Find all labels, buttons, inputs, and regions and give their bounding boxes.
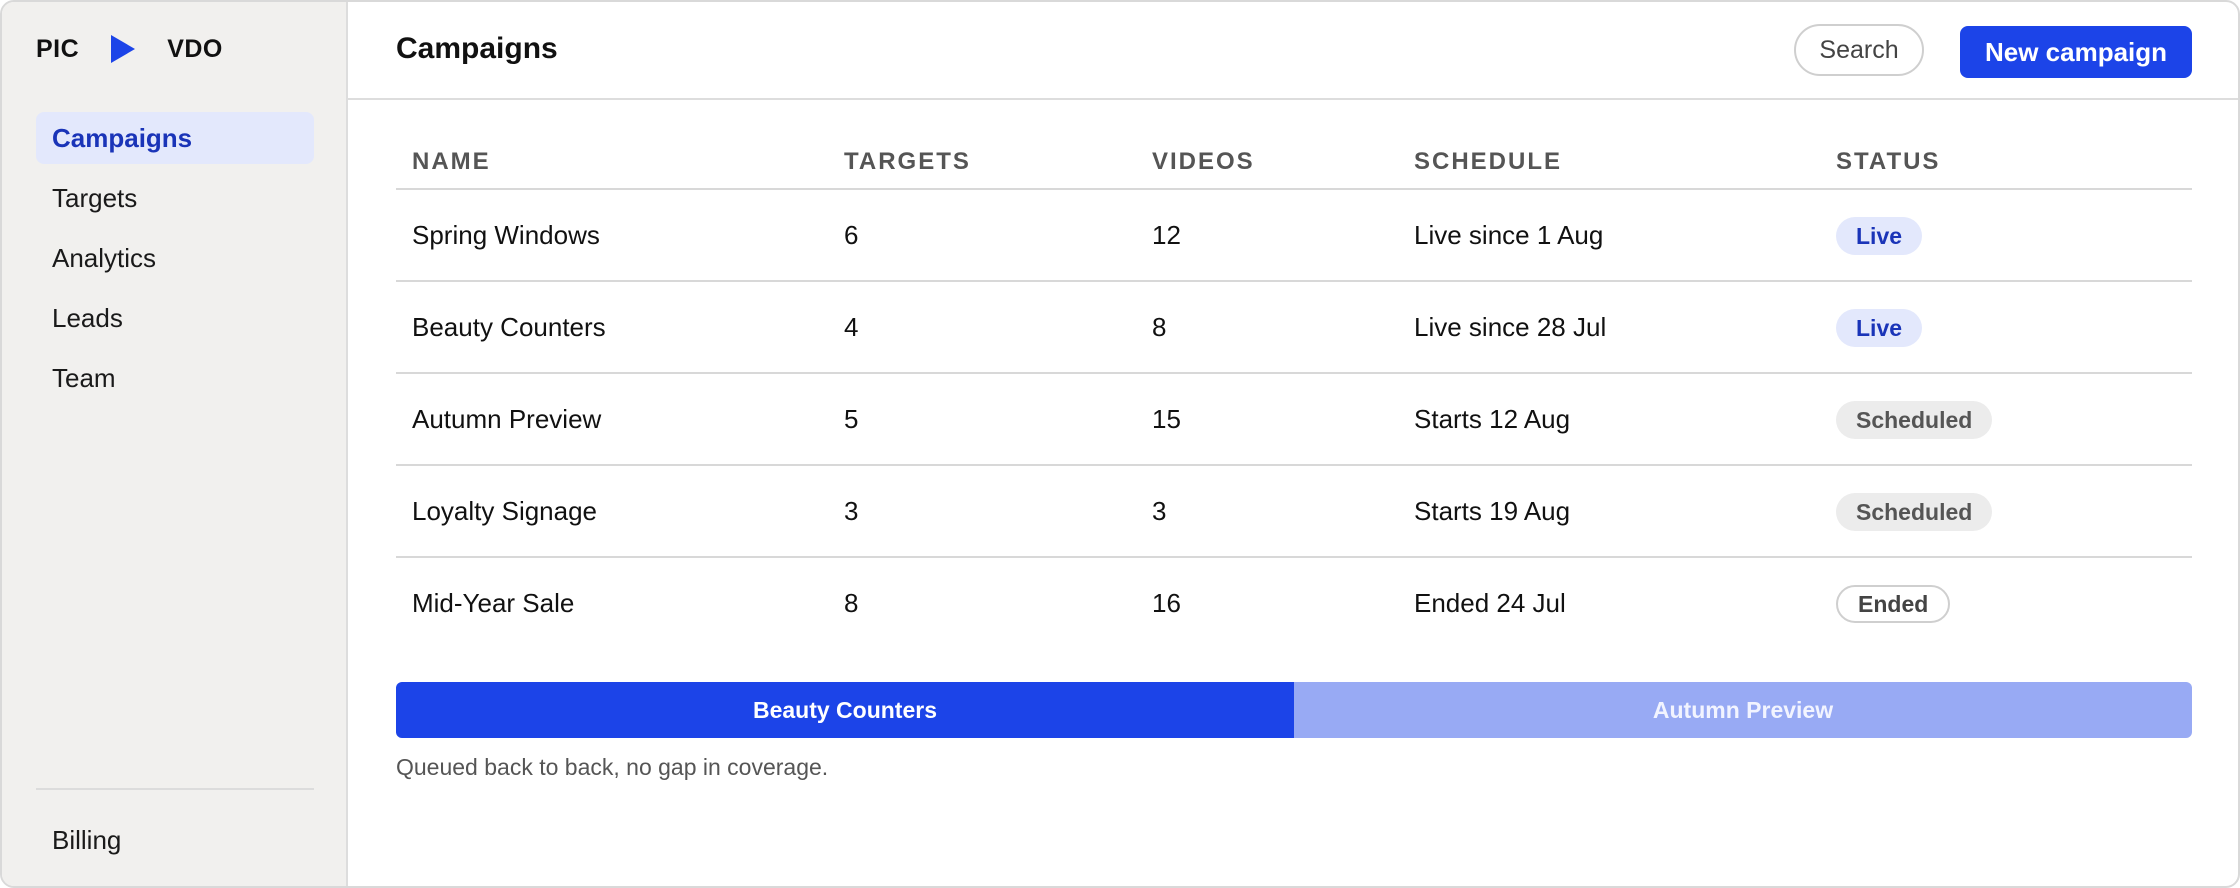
queue-note: Queued back to back, no gap in coverage.: [396, 754, 829, 780]
campaign-videos: 12: [1152, 220, 1181, 250]
sidebar-item-campaigns[interactable]: Campaigns: [36, 112, 314, 164]
top-bar: Campaigns Search New campaign: [348, 2, 2238, 100]
column-header-videos[interactable]: VIDEOS: [1152, 148, 1255, 176]
column-header-status[interactable]: STATUS: [1836, 148, 1940, 176]
logo-text-right: VDO: [167, 34, 223, 63]
sidebar-nav: Campaigns Targets Analytics Leads Team: [36, 112, 314, 412]
campaign-targets: 4: [844, 312, 859, 342]
queue-segment-current[interactable]: Beauty Counters: [396, 682, 1294, 738]
queue-timeline: Beauty Counters Autumn Preview: [396, 682, 2192, 738]
campaign-schedule: Starts 19 Aug: [1414, 496, 1571, 526]
status-badge: Scheduled: [1836, 401, 1993, 439]
table-row[interactable]: Loyalty Signage 3 3 Starts 19 Aug Schedu…: [396, 466, 2192, 558]
sidebar-divider: [36, 788, 314, 790]
table-row[interactable]: Autumn Preview 5 15 Starts 12 Aug Schedu…: [396, 374, 2192, 466]
campaign-schedule: Starts 12 Aug: [1414, 404, 1571, 434]
queue-segment-next[interactable]: Autumn Preview: [1294, 682, 2192, 738]
campaign-targets: 6: [844, 220, 859, 250]
campaigns-table: NAME TARGETS VIDEOS SCHEDULE STATUS Spri…: [396, 130, 2192, 648]
status-badge: Live: [1836, 217, 1923, 255]
play-icon: [111, 35, 136, 63]
logo[interactable]: PIC VDO: [36, 32, 223, 66]
status-badge: Live: [1836, 309, 1923, 347]
column-header-name[interactable]: NAME: [412, 148, 491, 176]
campaign-videos: 3: [1152, 496, 1167, 526]
sidebar-item-billing[interactable]: Billing: [36, 814, 314, 866]
sidebar-item-analytics[interactable]: Analytics: [36, 232, 314, 284]
campaign-name: Beauty Counters: [412, 312, 606, 342]
table-row[interactable]: Beauty Counters 4 8 Live since 28 Jul Li…: [396, 282, 2192, 374]
column-header-schedule[interactable]: SCHEDULE: [1414, 148, 1562, 176]
table-header: NAME TARGETS VIDEOS SCHEDULE STATUS: [396, 130, 2192, 190]
campaign-name: Spring Windows: [412, 220, 600, 250]
campaign-name: Mid-Year Sale: [412, 588, 575, 618]
logo-text-left: PIC: [36, 34, 80, 63]
status-badge: Scheduled: [1836, 493, 1993, 531]
sidebar-item-targets[interactable]: Targets: [36, 172, 314, 224]
campaign-schedule: Live since 1 Aug: [1414, 220, 1604, 250]
campaign-name: Loyalty Signage: [412, 496, 598, 526]
status-badge: Ended: [1836, 585, 1951, 623]
table-row[interactable]: Spring Windows 6 12 Live since 1 Aug Liv…: [396, 190, 2192, 282]
campaign-targets: 8: [844, 588, 859, 618]
app-window: PIC VDO Campaigns Targets Analytics Lead…: [0, 0, 2240, 888]
campaign-targets: 5: [844, 404, 859, 434]
campaign-targets: 3: [844, 496, 859, 526]
new-campaign-button[interactable]: New campaign: [1960, 26, 2192, 78]
sidebar-item-team[interactable]: Team: [36, 352, 314, 404]
search-button[interactable]: Search: [1794, 24, 1924, 76]
campaign-name: Autumn Preview: [412, 404, 602, 434]
campaign-schedule: Live since 28 Jul: [1414, 312, 1607, 342]
campaign-videos: 15: [1152, 404, 1181, 434]
table-row[interactable]: Mid-Year Sale 8 16 Ended 24 Jul Ended: [396, 558, 2192, 648]
page-title: Campaigns: [396, 32, 558, 65]
campaign-videos: 8: [1152, 312, 1167, 342]
main-content: Campaigns Search New campaign NAME TARGE…: [348, 2, 2238, 886]
campaign-schedule: Ended 24 Jul: [1414, 588, 1566, 618]
campaign-videos: 16: [1152, 588, 1181, 618]
sidebar-item-leads[interactable]: Leads: [36, 292, 314, 344]
sidebar: PIC VDO Campaigns Targets Analytics Lead…: [2, 2, 348, 886]
column-header-targets[interactable]: TARGETS: [844, 148, 971, 176]
